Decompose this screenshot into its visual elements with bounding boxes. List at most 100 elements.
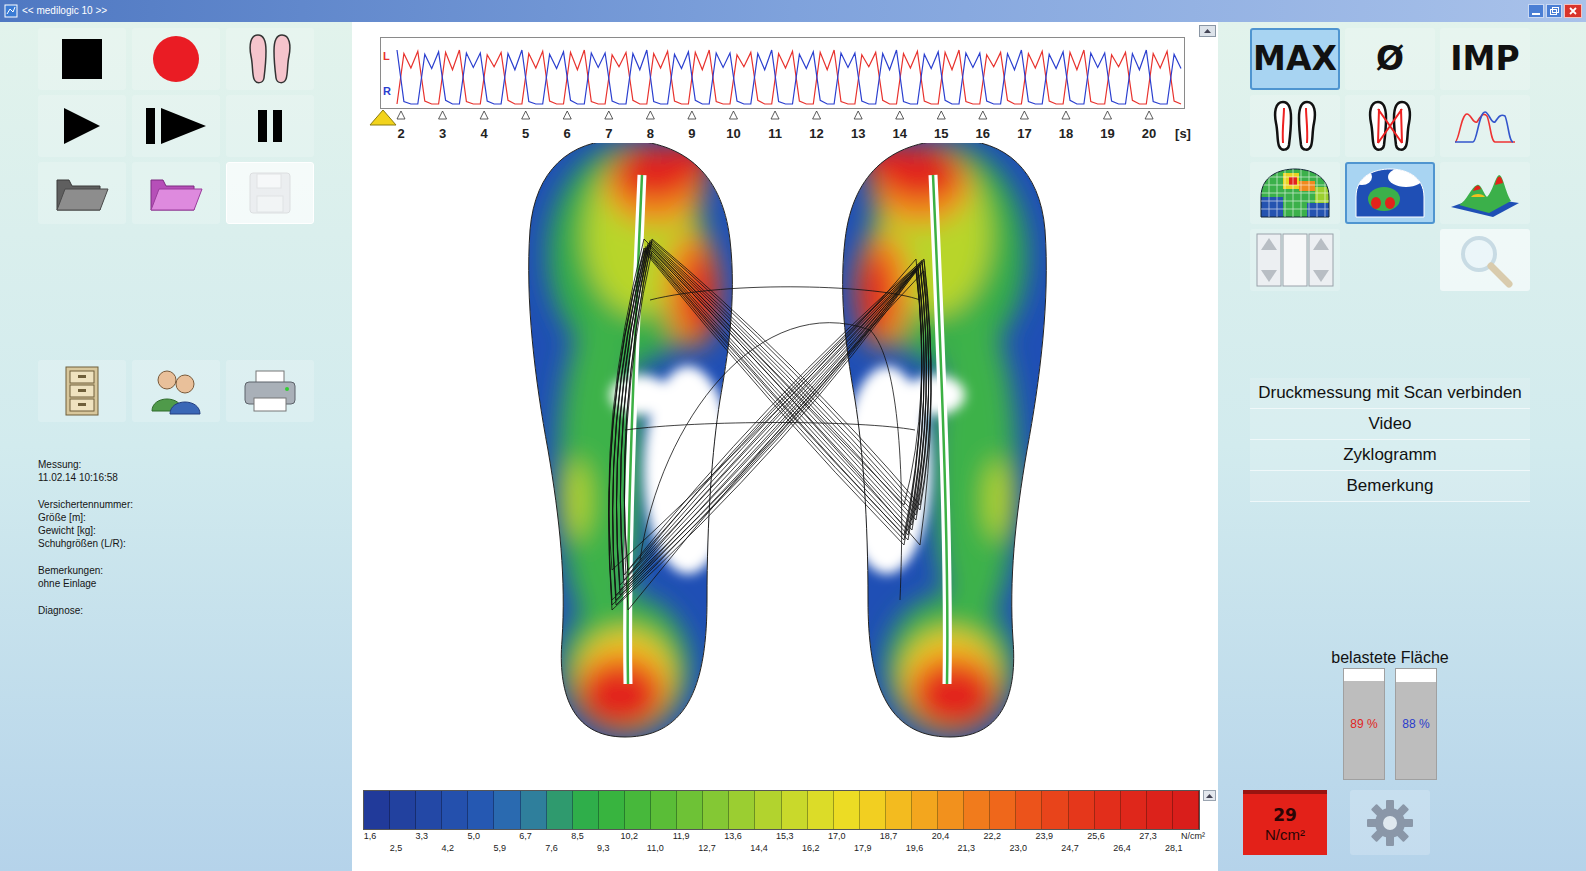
menu-item[interactable]: Bemerkung <box>1250 471 1530 502</box>
tick-label: 18 <box>1059 126 1073 141</box>
scale-segment <box>886 791 912 829</box>
tick-label: 19 <box>1100 126 1114 141</box>
view-mode-label: Ø <box>1376 39 1404 79</box>
play-icon <box>62 106 102 146</box>
settings-button[interactable] <box>1350 790 1430 855</box>
title-bar: << medilogic 10 >> <box>0 0 1586 22</box>
center-panel: LR234567891011121314151617181920[s]1,63,… <box>352 22 1218 871</box>
view-mode-label: IMP <box>1450 39 1519 79</box>
scale-segment <box>755 791 781 829</box>
info-line: Größe [m]: <box>38 511 352 524</box>
display-button[interactable] <box>1345 95 1435 157</box>
scale-label: 28,1 <box>1165 843 1183 854</box>
minimize-icon <box>1532 13 1540 15</box>
scale-label: 1,6 <box>364 831 377 842</box>
loaded-area-title: belastete Fläche <box>1331 648 1448 668</box>
minimize-button[interactable] <box>1528 4 1544 18</box>
display-button[interactable] <box>1250 162 1340 224</box>
scale-scroll-up[interactable] <box>1203 790 1216 801</box>
step-icon <box>144 106 208 146</box>
scale-segment <box>442 791 468 829</box>
toolbar-button[interactable] <box>226 28 314 90</box>
tick-mark <box>1104 111 1112 119</box>
menu-item[interactable]: Zyklogramm <box>1250 440 1530 471</box>
foot-lines-icon <box>1271 99 1319 153</box>
tick-mark <box>896 111 904 119</box>
bottom-controls: 29N/cm² <box>1243 790 1586 855</box>
area-bar: 88 % <box>1395 668 1437 780</box>
view-mode-button[interactable]: IMP <box>1440 28 1530 90</box>
max-value-box: 29N/cm² <box>1243 790 1327 855</box>
app-icon <box>4 4 18 18</box>
3d-map-icon <box>1449 167 1521 219</box>
scale-segment <box>521 791 547 829</box>
toolbar-button[interactable] <box>132 28 220 90</box>
scale-label: 18,7 <box>880 831 898 842</box>
tool-button[interactable] <box>132 360 220 422</box>
scale-label: 2,5 <box>390 843 403 854</box>
time-axis: 234567891011121314151617181920[s] <box>352 109 1218 143</box>
display-button[interactable] <box>1250 229 1340 291</box>
info-line: Messung: <box>38 458 352 471</box>
toolbar-button[interactable] <box>132 162 220 224</box>
tick-label: 9 <box>688 126 695 141</box>
tick-mark <box>480 111 488 119</box>
print-icon <box>242 368 298 414</box>
magnifier-icon <box>1457 232 1513 288</box>
scale-segment <box>1121 791 1147 829</box>
view-mode-button[interactable]: MAX <box>1250 28 1340 90</box>
grid-map-icon <box>1259 167 1331 219</box>
view-mode-button[interactable]: Ø <box>1345 28 1435 90</box>
heat-map-icon <box>1354 167 1426 219</box>
close-button[interactable] <box>1564 4 1582 18</box>
display-button[interactable] <box>1440 162 1530 224</box>
scale-segment <box>1147 791 1173 829</box>
scale-segment <box>1173 791 1199 829</box>
gait-plot <box>395 38 1183 108</box>
toolbar-button[interactable] <box>38 28 126 90</box>
menu-item[interactable]: Druckmessung mit Scan verbinden <box>1250 378 1530 409</box>
foot-cross-icon <box>1366 99 1414 153</box>
scale-segment <box>547 791 573 829</box>
menu-item-label: Zyklogramm <box>1343 442 1437 468</box>
display-button[interactable] <box>1345 162 1435 224</box>
tick-label: 3 <box>439 126 446 141</box>
scale-label: 22,2 <box>984 831 1002 842</box>
chart-scroll-button[interactable] <box>1199 25 1216 37</box>
tick-mark <box>813 111 821 119</box>
measurement-info: Messung:11.02.14 10:16:58Versichertennum… <box>38 458 352 617</box>
menu-item[interactable]: Video <box>1250 409 1530 440</box>
info-group: Diagnose: <box>38 604 352 617</box>
info-group: Versichertennummer:Größe [m]:Gewicht [kg… <box>38 498 352 550</box>
window-controls <box>1528 4 1582 18</box>
restore-button[interactable] <box>1546 4 1562 18</box>
scale-segment <box>703 791 729 829</box>
toolbar-button[interactable] <box>38 95 126 157</box>
display-button[interactable] <box>1440 95 1530 157</box>
tick-label: 7 <box>605 126 612 141</box>
tool-button[interactable] <box>226 360 314 422</box>
patients-icon <box>149 367 203 415</box>
toolbar-button[interactable] <box>132 95 220 157</box>
display-button[interactable] <box>1250 95 1340 157</box>
left-panel: Messung:11.02.14 10:16:58Versichertennum… <box>0 22 352 871</box>
scale-segment <box>677 791 703 829</box>
close-icon <box>1569 7 1577 15</box>
tool-button[interactable] <box>38 360 126 422</box>
tick-label: 14 <box>892 126 907 141</box>
arrow-up-icon <box>1206 794 1213 798</box>
toolbar-button[interactable] <box>226 95 314 157</box>
scale-segment <box>912 791 938 829</box>
stop-icon <box>60 37 104 81</box>
open-pink-icon <box>148 172 204 214</box>
info-line: Bemerkungen: <box>38 564 352 577</box>
info-line: Versichertennummer: <box>38 498 352 511</box>
pause-icon <box>254 108 286 144</box>
right-panel: MAX Ø IMP Druckmessung mit Scan verbindenVi… <box>1218 22 1586 871</box>
tick-label: 16 <box>976 126 990 141</box>
scale-label: 5,0 <box>467 831 480 842</box>
axis-unit: [s] <box>1175 126 1191 141</box>
tick-label: 20 <box>1142 126 1156 141</box>
main-area: Messung:11.02.14 10:16:58Versichertennum… <box>0 22 1586 871</box>
toolbar-button[interactable] <box>38 162 126 224</box>
